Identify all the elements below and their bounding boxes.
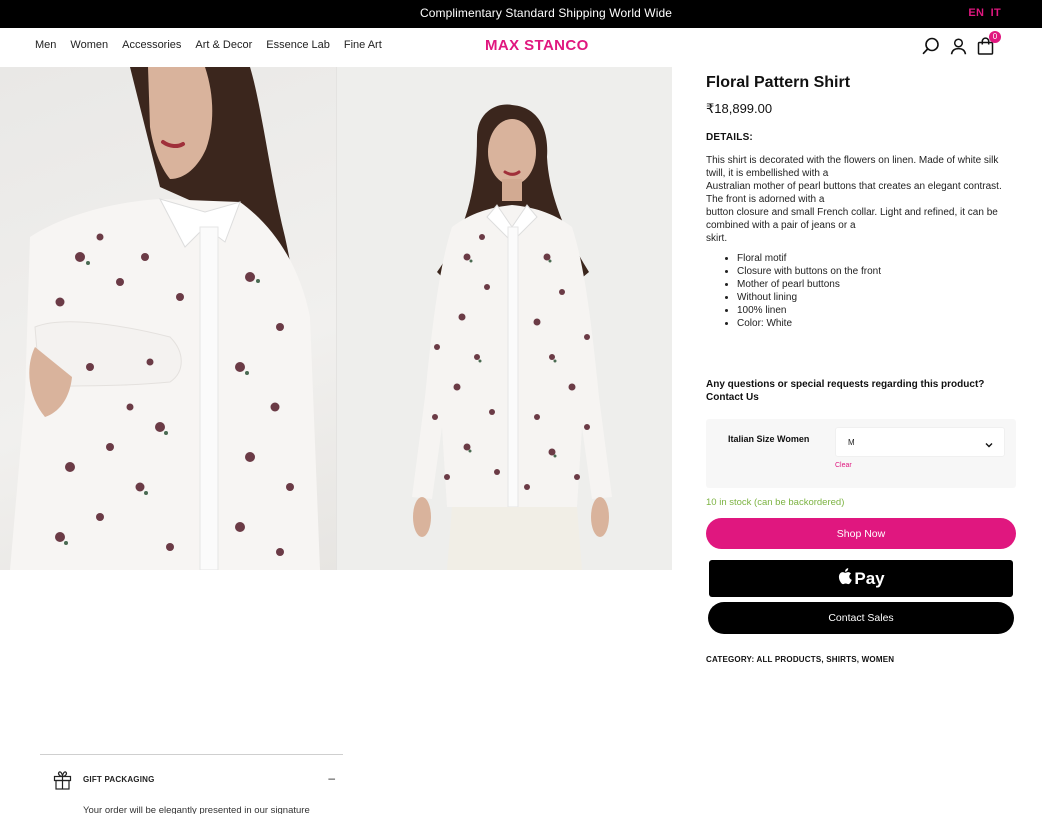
description-line: This shirt is decorated with the flowers… <box>706 155 999 179</box>
nav-essence-lab[interactable]: Essence Lab <box>266 39 330 51</box>
user-icon[interactable] <box>947 35 969 57</box>
main-nav: Men Women Accessories Art & Decor Essenc… <box>35 39 396 51</box>
gift-packaging-header[interactable]: GIFT PACKAGING – <box>40 755 343 805</box>
apple-pay-button[interactable]: Pay <box>709 560 1013 597</box>
feature-item: 100% linen <box>737 304 1016 317</box>
description-line: skirt. <box>706 233 728 244</box>
gift-packaging-text: Your order will be elegantly presented i… <box>83 805 310 814</box>
product-image-closeup[interactable] <box>0 67 336 570</box>
cart-icon[interactable]: 0 <box>974 31 1001 57</box>
feature-item: Color: White <box>737 317 1016 330</box>
nav-men[interactable]: Men <box>35 39 56 51</box>
question-text: Any questions or special requests regard… <box>706 379 985 390</box>
nav-women[interactable]: Women <box>70 39 108 51</box>
gift-packaging-accordion: GIFT PACKAGING – Your order will be eleg… <box>40 754 343 814</box>
product-info: Floral Pattern Shirt ₹18,899.00 DETAILS:… <box>706 72 1016 330</box>
product-description: This shirt is decorated with the flowers… <box>706 154 1016 245</box>
shop-now-button[interactable]: Shop Now <box>706 518 1016 549</box>
product-title: Floral Pattern Shirt <box>706 74 851 91</box>
description-line: button closure and small French collar. … <box>706 207 998 231</box>
product-image-full[interactable] <box>336 67 672 570</box>
language-en[interactable]: EN <box>968 7 984 19</box>
header-actions: 0 <box>915 31 1001 57</box>
clear-selection-link[interactable]: Clear <box>835 462 852 469</box>
category-link-shirts[interactable]: SHIRTS <box>826 655 857 664</box>
nav-art-decor[interactable]: Art & Decor <box>195 39 252 51</box>
feature-item: Without lining <box>737 291 1016 304</box>
product-categories: CATEGORY: ALL PRODUCTS, SHIRTS, WOMEN <box>706 655 895 664</box>
stock-status: 10 in stock (can be backordered) <box>706 497 845 508</box>
size-select[interactable]: M <box>835 427 1005 457</box>
collapse-toggle[interactable]: – <box>328 771 335 785</box>
language-it[interactable]: IT <box>991 7 1001 19</box>
product-price: ₹18,899.00 <box>706 101 773 116</box>
search-icon[interactable] <box>920 35 942 57</box>
shipping-message: Complimentary Standard Shipping World Wi… <box>419 6 673 20</box>
language-switcher: EN IT <box>965 7 1001 19</box>
nav-accessories[interactable]: Accessories <box>122 39 181 51</box>
feature-item: Mother of pearl buttons <box>737 278 1016 291</box>
size-label: Italian Size Women <box>728 434 810 444</box>
category-link-women[interactable]: WOMEN <box>862 655 895 664</box>
size-selected-value: M <box>848 438 855 447</box>
category-link-all-products[interactable]: ALL PRODUCTS <box>756 655 821 664</box>
gift-icon <box>53 770 72 795</box>
product-questions: Any questions or special requests regard… <box>706 378 1026 404</box>
site-header: Men Women Accessories Art & Decor Essenc… <box>0 28 1042 66</box>
gift-packaging-title: GIFT PACKAGING <box>83 775 155 784</box>
product-gallery <box>0 67 672 570</box>
apple-logo-icon <box>837 567 853 590</box>
feature-item: Floral motif <box>737 252 1016 265</box>
details-heading: DETAILS: <box>706 132 753 143</box>
announcement-bar: Complimentary Standard Shipping World Wi… <box>0 0 1042 28</box>
apple-pay-label: Pay <box>854 568 885 588</box>
category-label: CATEGORY: <box>706 655 755 664</box>
feature-item: Closure with buttons on the front <box>737 265 1016 278</box>
size-variation-box: Italian Size Women M Clear <box>706 419 1016 488</box>
chevron-down-icon <box>984 437 994 455</box>
contact-sales-button[interactable]: Contact Sales <box>708 602 1014 634</box>
cart-count-badge: 0 <box>989 31 1001 43</box>
description-line: Australian mother of pearl buttons that … <box>706 181 1002 205</box>
feature-list: Floral motif Closure with buttons on the… <box>706 252 1016 330</box>
brand-logo[interactable]: MAX STANCO <box>485 37 589 54</box>
contact-us-link[interactable]: Contact Us <box>706 391 1026 404</box>
nav-fine-art[interactable]: Fine Art <box>344 39 382 51</box>
